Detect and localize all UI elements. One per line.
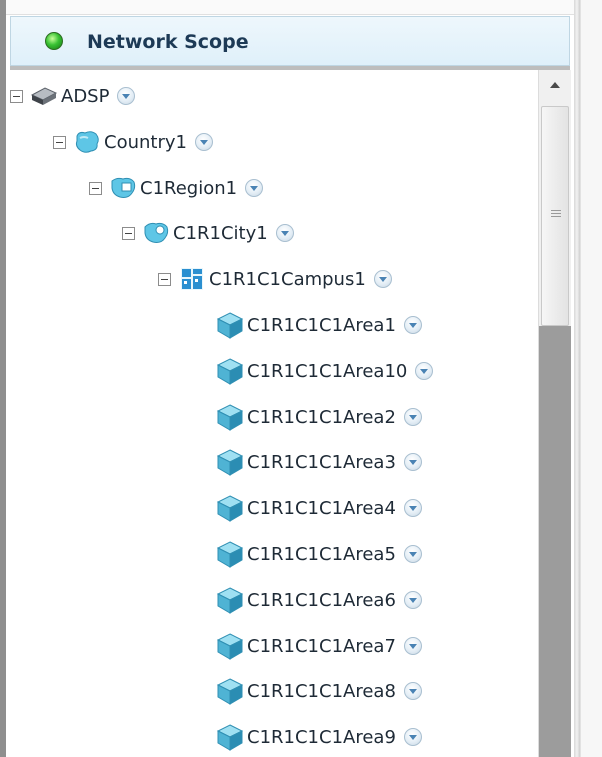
scrollbar-thumb[interactable]: [541, 106, 569, 326]
tree-node-label: C1R1C1C1Area3: [247, 451, 396, 473]
area-cube-icon: [216, 633, 244, 660]
area-cube-icon: [216, 724, 244, 751]
chevron-down-icon[interactable]: [117, 87, 136, 105]
tree-node-label: ADSP: [61, 85, 110, 107]
chevron-down-icon[interactable]: [403, 499, 422, 517]
tree-node-label: C1R1City1: [173, 222, 268, 244]
tree-node-area[interactable]: C1R1C1C1Area8: [215, 671, 422, 711]
chevron-down-icon[interactable]: [403, 637, 422, 655]
tree-node-label: C1R1C1C1Area4: [247, 497, 396, 519]
tree-node-area[interactable]: C1R1C1C1Area3: [215, 442, 422, 482]
area-cube-icon: [216, 587, 244, 614]
tree-node-label: C1R1C1C1Area7: [247, 635, 396, 657]
tree-node-area[interactable]: C1R1C1C1Area7: [215, 626, 422, 666]
tree-node-area[interactable]: C1R1C1C1Area9: [215, 717, 422, 757]
tree-node-label: C1R1C1C1Area5: [247, 543, 396, 565]
collapse-toggle[interactable]: [158, 272, 171, 286]
scroll-up-arrow-icon[interactable]: [539, 70, 571, 102]
tree-node-area[interactable]: C1R1C1C1Area5: [215, 534, 422, 574]
device-icon: [30, 87, 58, 105]
chevron-down-icon[interactable]: [403, 728, 422, 746]
tree-node-label: C1R1C1C1Area2: [247, 406, 396, 428]
tree-node-label: C1R1C1C1Area1: [247, 314, 396, 336]
tree-node-area[interactable]: C1R1C1C1Area1: [215, 305, 422, 345]
area-cube-icon: [216, 541, 244, 568]
grip-icon: [551, 210, 561, 219]
chevron-down-icon[interactable]: [194, 133, 213, 151]
tree-node-area[interactable]: C1R1C1C1Area4: [215, 488, 422, 528]
tree-node-label: C1Region1: [140, 177, 238, 199]
collapse-toggle[interactable]: [53, 135, 66, 149]
tree-node-country[interactable]: Country1: [53, 122, 213, 162]
panel-header: Network Scope: [10, 16, 570, 66]
collapse-toggle[interactable]: [89, 181, 102, 195]
tree-node-region[interactable]: C1Region1: [89, 168, 264, 208]
area-cube-icon: [216, 449, 244, 476]
tree-node-area[interactable]: C1R1C1C1Area2: [215, 397, 422, 437]
tree-node-city[interactable]: C1R1City1: [122, 213, 294, 253]
tree-node-label: C1R1C1C1Area9: [247, 726, 396, 748]
tree-node-label: Country1: [104, 131, 187, 153]
area-cube-icon: [216, 678, 244, 705]
collapse-toggle[interactable]: [10, 89, 23, 103]
chevron-down-icon[interactable]: [373, 270, 392, 288]
tree-node-area[interactable]: C1R1C1C1Area10: [215, 351, 434, 391]
chevron-down-icon[interactable]: [403, 316, 422, 334]
left-frame-border: [0, 0, 6, 757]
chevron-down-icon[interactable]: [403, 545, 422, 563]
chevron-down-icon[interactable]: [245, 179, 264, 197]
tree-node-area[interactable]: C1R1C1C1Area6: [215, 580, 422, 620]
panel-title: Network Scope: [87, 31, 249, 53]
campus-icon: [181, 268, 203, 290]
chevron-down-icon[interactable]: [403, 453, 422, 471]
tree-node-campus[interactable]: C1R1C1Campus1: [158, 259, 392, 299]
tree-node-label: C1R1C1C1Area6: [247, 589, 396, 611]
area-cube-icon: [216, 358, 244, 385]
chevron-down-icon[interactable]: [403, 682, 422, 700]
area-cube-icon: [216, 495, 244, 522]
region-icon: [111, 177, 136, 198]
status-online-icon: [45, 32, 63, 50]
area-cube-icon: [216, 312, 244, 339]
country-icon: [75, 131, 99, 153]
scrollbar-track[interactable]: [539, 326, 571, 757]
top-strip: [6, 0, 574, 15]
collapse-toggle[interactable]: [122, 226, 135, 240]
chevron-down-icon[interactable]: [403, 408, 422, 426]
area-cube-icon: [216, 404, 244, 431]
chevron-down-icon[interactable]: [415, 362, 434, 380]
chevron-down-icon[interactable]: [403, 591, 422, 609]
tree-node-root[interactable]: ADSP: [10, 76, 136, 116]
network-tree: ADSP Country1 C1Region1 C1R1City1 C1R1C1…: [10, 70, 538, 757]
vertical-scrollbar[interactable]: [538, 70, 571, 757]
chevron-down-icon[interactable]: [275, 224, 294, 242]
tree-node-label: C1R1C1Campus1: [209, 268, 366, 290]
right-pane: [580, 0, 602, 757]
tree-node-label: C1R1C1C1Area8: [247, 680, 396, 702]
city-icon: [144, 222, 169, 243]
tree-node-label: C1R1C1C1Area10: [247, 360, 408, 382]
